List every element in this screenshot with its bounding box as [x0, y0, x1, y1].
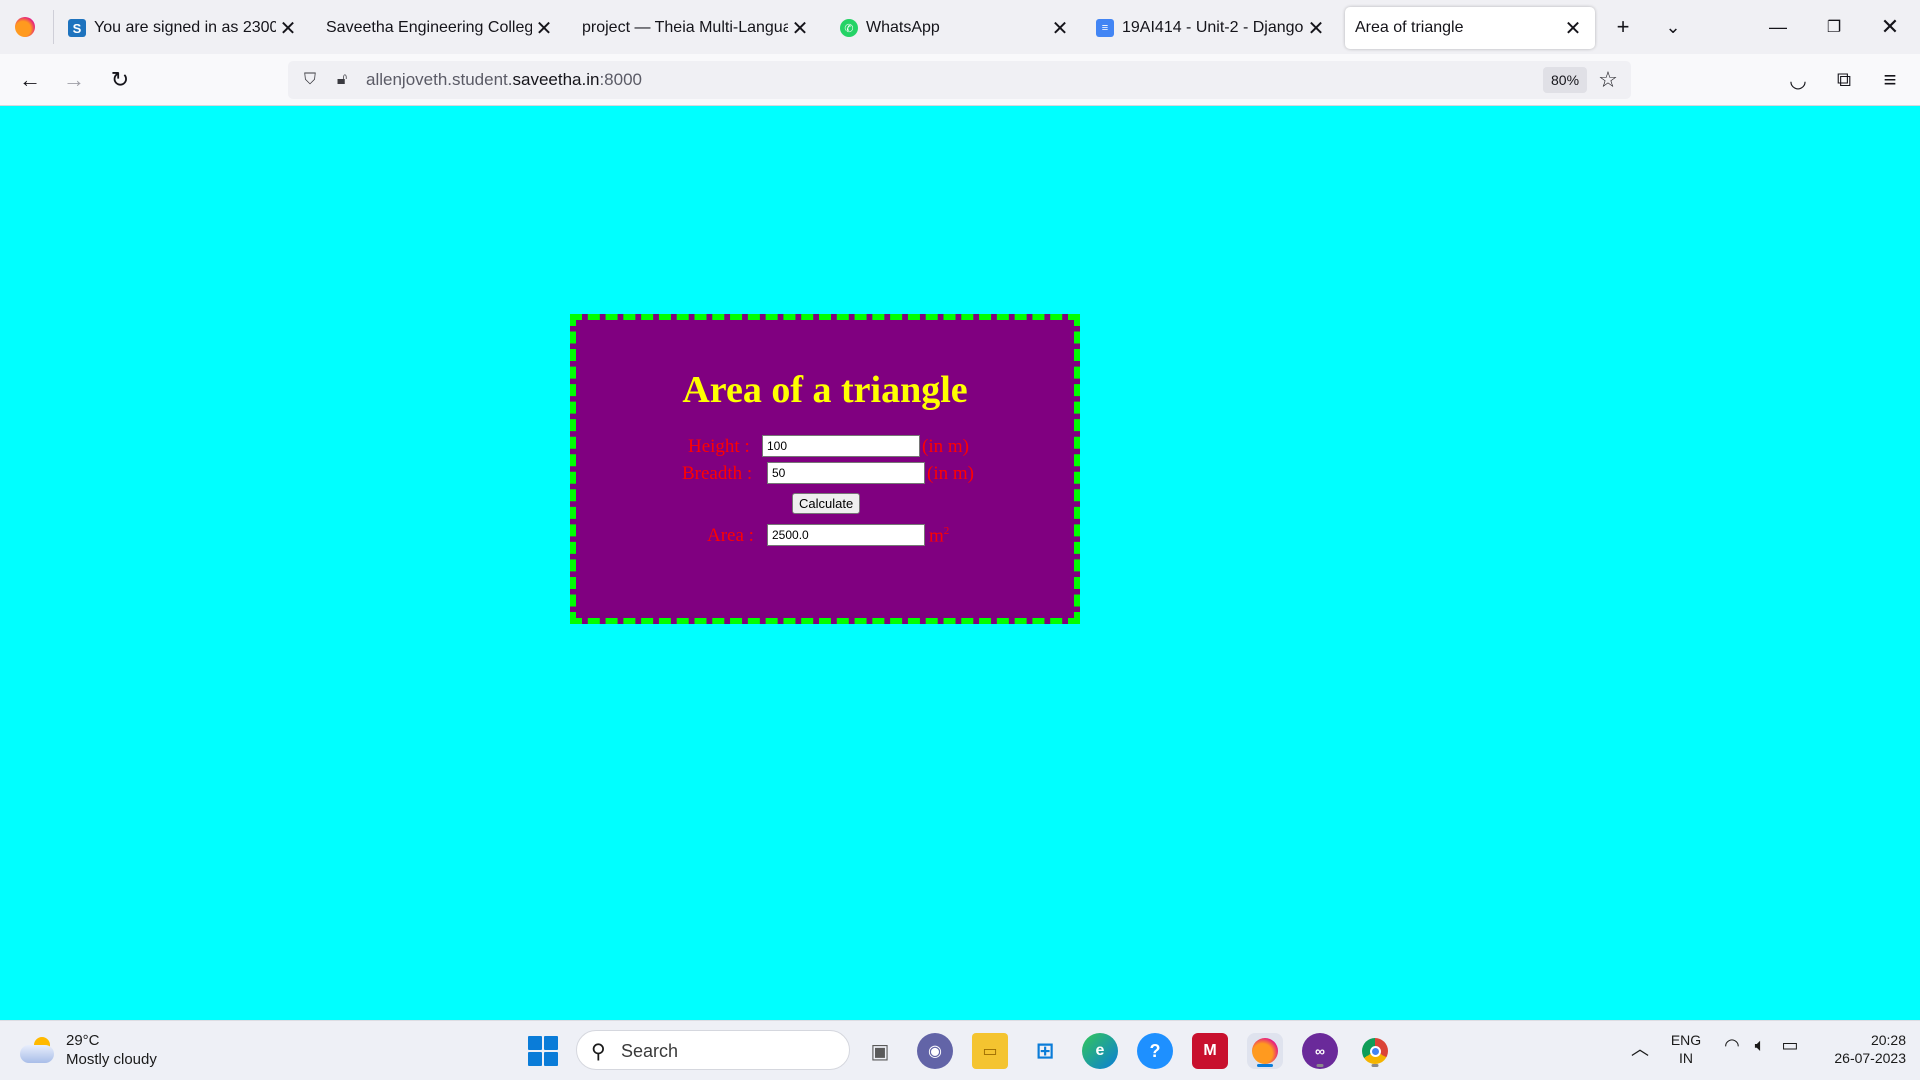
list-tabs-chevron-icon[interactable]: ⌄: [1658, 12, 1688, 42]
page-content: Area of a triangle Height : (in m) Bread…: [0, 106, 1920, 1020]
calculate-button[interactable]: Calculate: [792, 493, 861, 514]
breadth-label: Breadth :: [682, 463, 753, 484]
new-tab-icon[interactable]: +: [1608, 12, 1638, 42]
breadth-unit: (in m): [927, 463, 974, 484]
firefox-taskbar-icon[interactable]: [1247, 1033, 1283, 1069]
extensions-icon[interactable]: ⧉: [1828, 64, 1860, 96]
navigation-bar: ← → ↻ ⛉ 🔓︎ allenjoveth.student.saveetha.…: [0, 54, 1920, 106]
url-subdomain: allenjoveth.student.: [366, 70, 513, 89]
weather-description: Mostly cloudy: [66, 1051, 157, 1068]
search-placeholder: Search: [621, 1041, 679, 1061]
show-hidden-icons-chevron[interactable]: ︿: [1628, 1035, 1652, 1061]
tab-divider: [53, 10, 54, 44]
area-label: Area :: [707, 525, 754, 546]
task-view-icon[interactable]: ▣: [862, 1033, 898, 1069]
height-input[interactable]: [762, 435, 920, 457]
running-app-indicator: [1316, 1064, 1324, 1067]
bookmark-star-icon[interactable]: ☆: [1594, 66, 1622, 94]
area-unit: m2: [929, 525, 949, 547]
triangle-form-card: Area of a triangle Height : (in m) Bread…: [570, 314, 1080, 624]
microsoft-store-icon[interactable]: ⊞: [1027, 1033, 1063, 1069]
tab-strip: S You are signed in as 230058 ✕ Saveetha…: [0, 0, 1920, 54]
tab-area-of-triangle[interactable]: Area of triangle ✕: [1345, 7, 1595, 49]
edge-browser-icon[interactable]: e: [1082, 1033, 1118, 1069]
mcafee-icon[interactable]: M: [1192, 1033, 1228, 1069]
tab-saveetha[interactable]: Saveetha Engineering College ✕: [326, 7, 556, 49]
height-unit: (in m): [922, 436, 969, 457]
volume-icon[interactable]: 🔈︎: [1748, 1035, 1772, 1056]
page-heading: Area of a triangle: [682, 369, 968, 411]
url-bar[interactable]: ⛉ 🔓︎ allenjoveth.student.saveetha.in:800…: [288, 61, 1631, 99]
tab-title: You are signed in as 230058: [94, 19, 276, 36]
url-port: :8000: [599, 70, 642, 89]
input-language-indicator[interactable]: ENG IN: [1664, 1031, 1708, 1067]
get-help-icon[interactable]: ?: [1137, 1033, 1173, 1069]
windows-start-icon[interactable]: [528, 1036, 558, 1066]
tab-title: Saveetha Engineering College: [326, 19, 532, 36]
battery-icon[interactable]: ▭: [1778, 1035, 1802, 1056]
height-row: Height : (in m): [576, 432, 1074, 462]
shield-icon[interactable]: ⛉: [298, 68, 322, 92]
restore-icon[interactable]: ❐: [1814, 10, 1854, 44]
wifi-icon[interactable]: ◠: [1720, 1035, 1744, 1056]
weather-temperature: 29°C: [66, 1032, 100, 1049]
area-output[interactable]: [767, 524, 925, 546]
back-arrow-icon[interactable]: ←: [14, 64, 46, 96]
reload-icon[interactable]: ↻: [104, 64, 136, 96]
teams-chat-icon[interactable]: ◉: [917, 1033, 953, 1069]
tab-whatsapp[interactable]: ✆ WhatsApp ✕: [840, 7, 1072, 49]
tab-title: WhatsApp: [866, 19, 940, 36]
firefox-menu-icon[interactable]: [10, 12, 40, 42]
language-code: ENG: [1670, 1032, 1702, 1048]
region-code: IN: [1679, 1050, 1693, 1066]
close-tab-icon[interactable]: ✕: [788, 16, 812, 40]
tab-title: project — Theia Multi-Language: [582, 19, 788, 36]
close-tab-icon[interactable]: ✕: [1048, 16, 1072, 40]
tab-title: Area of triangle: [1355, 19, 1464, 36]
breadth-row: Breadth : (in m): [576, 462, 1074, 492]
area-row: Area : m2: [576, 522, 1074, 552]
tab-django-doc[interactable]: ≡ 19AI414 - Unit-2 - Django w ✕: [1096, 7, 1328, 49]
tab-theia[interactable]: project — Theia Multi-Language ✕: [582, 7, 812, 49]
close-tab-icon[interactable]: ✕: [1561, 16, 1585, 40]
pocket-icon[interactable]: ◡: [1782, 64, 1814, 96]
zoom-level-button[interactable]: 80%: [1543, 67, 1588, 93]
height-label: Height :: [688, 436, 750, 457]
whatsapp-icon: ✆: [840, 19, 858, 37]
forward-arrow-icon[interactable]: →: [58, 64, 90, 96]
hamburger-menu-icon[interactable]: ≡: [1874, 64, 1906, 96]
minimize-icon[interactable]: —: [1758, 10, 1798, 44]
insecure-lock-icon[interactable]: 🔓︎: [330, 68, 354, 92]
file-explorer-icon[interactable]: ▭: [972, 1033, 1008, 1069]
area-unit-base: m: [929, 525, 944, 547]
chrome-icon[interactable]: [1357, 1033, 1393, 1069]
clock[interactable]: 20:28 26-07-2023: [1810, 1031, 1906, 1067]
partly-cloudy-icon: [20, 1037, 56, 1063]
running-app-indicator: [1371, 1064, 1379, 1067]
close-tab-icon[interactable]: ✕: [532, 16, 556, 40]
active-app-indicator: [1257, 1064, 1273, 1067]
url-domain: saveetha.in: [512, 70, 600, 89]
purple-app-icon[interactable]: ∞: [1302, 1033, 1338, 1069]
taskbar-search-box[interactable]: ⚲ Search: [576, 1030, 850, 1070]
breadth-input[interactable]: [767, 462, 925, 484]
close-tab-icon[interactable]: ✕: [1304, 16, 1328, 40]
calculate-row: Calculate: [576, 492, 1074, 522]
url-text[interactable]: allenjoveth.student.saveetha.in:8000: [366, 70, 642, 90]
windows-taskbar: 29°C Mostly cloudy ⚲ Search ▣ ◉ ▭ ⊞ e ? …: [0, 1020, 1920, 1080]
tab-signed-in[interactable]: S You are signed in as 230058 ✕: [68, 7, 300, 49]
google-docs-icon: ≡: [1096, 19, 1114, 37]
area-unit-exponent: 2: [943, 525, 950, 537]
weather-widget[interactable]: 29°C Mostly cloudy: [20, 1031, 157, 1069]
clock-time: 20:28: [1870, 1032, 1906, 1048]
s-logo-icon: S: [68, 19, 86, 37]
close-window-icon[interactable]: ✕: [1870, 10, 1910, 44]
close-tab-icon[interactable]: ✕: [276, 16, 300, 40]
clock-date: 26-07-2023: [1834, 1050, 1906, 1066]
search-icon: ⚲: [591, 1041, 606, 1063]
tab-title: 19AI414 - Unit-2 - Django w: [1122, 19, 1304, 36]
